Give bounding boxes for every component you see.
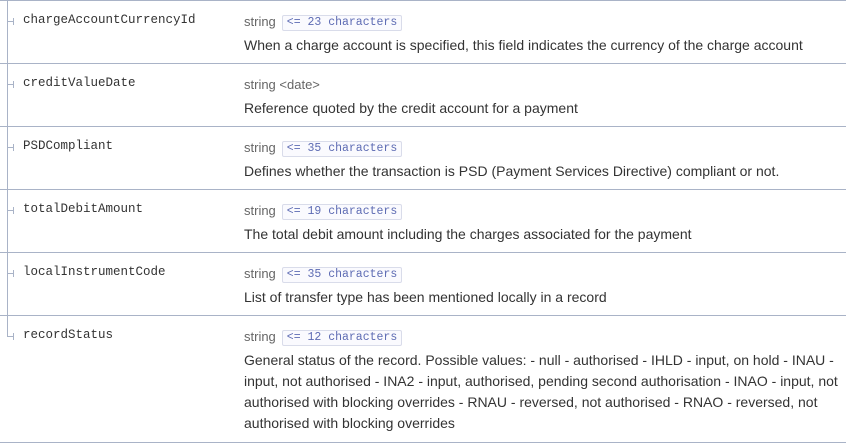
property-type: string — [244, 329, 276, 344]
property-name[interactable]: PSDCompliant — [23, 139, 113, 153]
property-name[interactable]: recordStatus — [23, 328, 113, 342]
tree-branch-cap — [13, 270, 14, 277]
tree-line — [7, 253, 8, 315]
constraint-badge: <= 12 characters — [281, 330, 403, 346]
tree-line — [7, 127, 8, 189]
property-description: Defines whether the transaction is PSD (… — [244, 163, 780, 179]
property-name[interactable]: localInstrumentCode — [23, 265, 166, 279]
tree-branch-cap — [13, 333, 14, 340]
tree-branch-cap — [13, 81, 14, 88]
property-detail: string <= 35 characters Defines whether t… — [244, 140, 838, 182]
tree-line — [7, 1, 8, 63]
property-type-line: string <= 23 characters — [244, 14, 838, 31]
property-type: string — [244, 203, 276, 218]
property-type: string — [244, 266, 276, 281]
property-row: chargeAccountCurrencyId string <= 23 char… — [0, 0, 846, 64]
constraint-badge: <= 35 characters — [281, 267, 403, 283]
tree-branch-cap — [13, 144, 14, 151]
constraint-badge: <= 19 characters — [281, 204, 403, 220]
tree-line — [7, 190, 8, 252]
property-description: General status of the record. Possible v… — [244, 352, 838, 431]
constraint-badge: <= 23 characters — [281, 15, 403, 31]
property-description: Reference quoted by the credit account f… — [244, 100, 578, 116]
property-detail: string <= 12 characters General status of… — [244, 329, 838, 434]
property-name[interactable]: chargeAccountCurrencyId — [23, 13, 196, 27]
constraint-badge: <= 35 characters — [281, 141, 403, 157]
property-type: string — [244, 140, 276, 155]
property-detail: string <date> Reference quoted by the cr… — [244, 77, 838, 119]
property-type-line: string <= 35 characters — [244, 266, 838, 283]
property-type-line: string <= 35 characters — [244, 140, 838, 157]
property-name[interactable]: creditValueDate — [23, 76, 136, 90]
property-detail: string <= 23 characters When a charge acc… — [244, 14, 838, 56]
property-row: PSDCompliant string <= 35 characters Defi… — [0, 127, 846, 190]
property-description: The total debit amount including the cha… — [244, 226, 692, 242]
property-type: string — [244, 14, 276, 29]
property-row: creditValueDate string <date> Reference … — [0, 64, 846, 127]
property-row: totalDebitAmount string <= 19 characters … — [0, 190, 846, 253]
tree-branch-cap — [13, 207, 14, 214]
tree-line — [7, 316, 8, 337]
property-description: List of transfer type has been mentioned… — [244, 289, 607, 305]
property-type-line: string <= 19 characters — [244, 203, 838, 220]
property-type-line: string <date> — [244, 77, 838, 93]
property-type: string <date> — [244, 77, 320, 92]
property-row: recordStatus string <= 12 characters Gene… — [0, 316, 846, 443]
property-detail: string <= 19 characters The total debit a… — [244, 203, 838, 245]
property-detail: string <= 35 characters List of transfer … — [244, 266, 838, 308]
property-name[interactable]: totalDebitAmount — [23, 202, 143, 216]
schema-properties-table: chargeAccountCurrencyId string <= 23 char… — [0, 0, 846, 444]
tree-branch-cap — [13, 18, 14, 25]
property-type-line: string <= 12 characters — [244, 329, 838, 346]
property-row: localInstrumentCode string <= 35 characte… — [0, 253, 846, 316]
property-description: When a charge account is specified, this… — [244, 37, 803, 53]
tree-line — [7, 64, 8, 126]
